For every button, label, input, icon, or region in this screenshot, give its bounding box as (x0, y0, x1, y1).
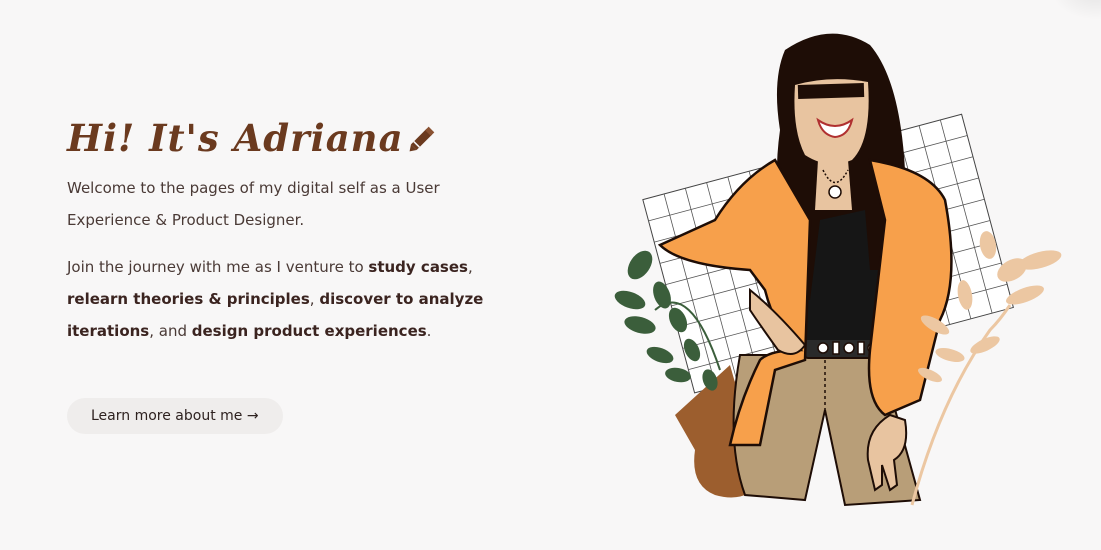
journey-text-5: . (426, 322, 432, 340)
journey-bold-relearn: relearn theories & principles (67, 290, 310, 308)
journey-text-3: , (309, 290, 320, 308)
hero-illustration (614, 33, 1062, 507)
hero-intro: Welcome to the pages of my digital self … (67, 179, 440, 229)
landing-page: Hi! It's Adriana Welcome to the pages of… (0, 0, 1101, 550)
journey-text-2: , (467, 258, 473, 276)
journey-text-4: , and (149, 322, 192, 340)
journey-text-1: Join the journey with me as I venture to (67, 258, 369, 276)
learn-more-button[interactable]: Learn more about me → (67, 398, 283, 434)
pencil-icon (409, 126, 434, 152)
hero-greeting: Hi! It's Adriana (67, 116, 404, 160)
hero-section: Hi! It's Adriana Welcome to the pages of… (67, 112, 507, 434)
corner-shadow (1051, 0, 1101, 20)
journey-bold-design: design product experiences (191, 322, 427, 340)
journey-bold-study-cases: study cases (368, 258, 468, 276)
hero-journey: Join the journey with me as I venture to… (67, 251, 507, 347)
greeting-row: Hi! It's Adriana (67, 112, 507, 164)
